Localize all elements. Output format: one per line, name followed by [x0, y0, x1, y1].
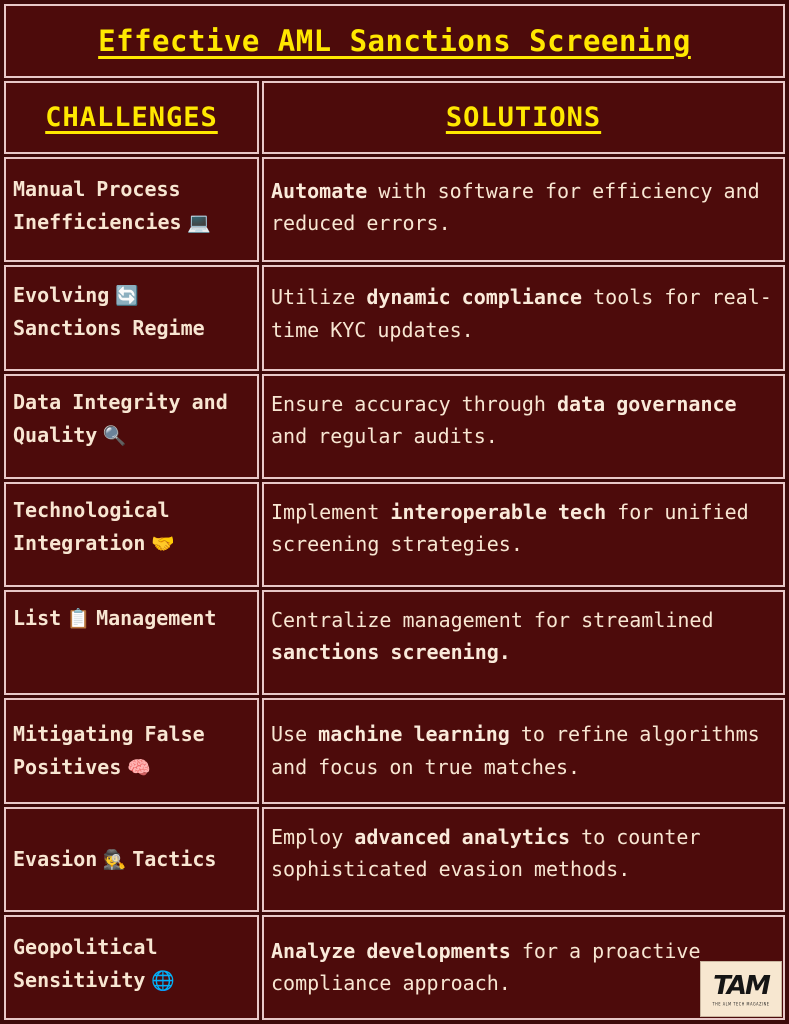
table-row: Evolving 🔄 Sanctions Regime Utilize dynam… [4, 265, 785, 371]
challenge-cell: Evasion 🕵️ Tactics [4, 806, 259, 912]
solution-emphasis: dynamic compliance [366, 285, 583, 310]
infographic-page: Effective AML Sanctions Screening CHALLE… [0, 0, 789, 1024]
globe-icon: 🌐 [145, 969, 175, 992]
challenge-label: Mitigating False Positives [13, 721, 205, 779]
challenge-label: Evolving [13, 283, 110, 308]
challenges-header-cell: CHALLENGES [4, 81, 259, 154]
table-row: Evasion 🕵️ Tactics Employ advanced analyt… [4, 806, 785, 912]
challenge-cell: Geopolitical Sensitivity 🌐 [4, 914, 259, 1020]
challenge-text: Mitigating False Positives 🧠 [13, 718, 251, 784]
challenge-text: Data Integrity and Quality 🔍 [13, 386, 251, 452]
challenges-header-label: CHALLENGES [45, 102, 218, 133]
challenge-label: Manual Process Inefficiencies [13, 177, 182, 234]
brain-icon: 🧠 [121, 756, 151, 779]
solution-text: Implement interoperable tech for unified… [271, 496, 775, 561]
challenge-label-continued: Tactics [132, 846, 217, 871]
solution-emphasis: machine learning [318, 722, 510, 747]
challenge-cell: List 📋 Management [4, 590, 259, 696]
solution-plain: Centralize management for streamlined [271, 608, 714, 632]
logo-tagline: THE ALM TECH MAGAZINE [712, 1000, 770, 1007]
table-row: Mitigating False Positives 🧠 Use machine… [4, 698, 785, 804]
solution-text: Ensure accuracy through data governance … [271, 388, 775, 453]
challenge-text: Evolving 🔄 Sanctions Regime [13, 279, 251, 345]
solution-text: Employ advanced analytics to counter sop… [271, 821, 775, 886]
solution-plain: Use [271, 722, 319, 747]
content-rows: Manual Process Inefficiencies 💻 Automate… [4, 157, 785, 1020]
challenge-cell: Evolving 🔄 Sanctions Regime [4, 265, 259, 371]
challenge-text: List 📋 Management [13, 602, 216, 635]
solutions-header-label: SOLUTIONS [445, 102, 602, 133]
table-row: Manual Process Inefficiencies 💻 Automate… [4, 157, 785, 263]
solution-plain: and regular audits. [271, 423, 498, 448]
solution-cell: Centralize management for streamlined sa… [262, 590, 785, 696]
solution-cell: Use machine learning to refine algorithm… [262, 698, 785, 804]
solution-text: Use machine learning to refine algorithm… [271, 718, 775, 783]
challenge-cell: Data Integrity and Quality 🔍 [4, 373, 259, 479]
challenge-cell: Mitigating False Positives 🧠 [4, 698, 259, 804]
page-title: Effective AML Sanctions Screening [98, 24, 691, 58]
solution-emphasis: sanctions screening. [271, 640, 511, 665]
solution-plain: Employ [271, 824, 355, 849]
solution-emphasis: Automate [271, 179, 368, 203]
solutions-header-cell: SOLUTIONS [262, 81, 785, 154]
tam-logo: TAM THE ALM TECH MAGAZINE [700, 961, 782, 1017]
challenge-label: Geopolitical Sensitivity [13, 934, 158, 992]
challenge-label-continued: Management [96, 606, 217, 630]
challenge-text: Technological Integration 🤝 [13, 494, 251, 560]
solution-plain: Utilize [271, 285, 367, 310]
challenge-cell: Manual Process Inefficiencies 💻 [4, 157, 259, 263]
challenge-label: Evasion [13, 846, 98, 871]
solution-cell: Utilize dynamic compliance tools for rea… [262, 265, 785, 371]
solution-emphasis: data governance [556, 391, 737, 416]
challenge-cell: Technological Integration 🤝 [4, 481, 259, 587]
challenge-label-continued: Sanctions Regime [13, 316, 205, 341]
solution-plain: Ensure accuracy through [271, 391, 557, 416]
table-row: Data Integrity and Quality 🔍 Ensure accu… [4, 373, 785, 479]
table-row: List 📋 Management Centralize management f… [4, 590, 785, 696]
solution-cell: Implement interoperable tech for unified… [262, 481, 785, 587]
magnifying-glass-icon: 🔍 [97, 424, 127, 447]
challenge-text: Manual Process Inefficiencies 💻 [13, 173, 251, 239]
solution-cell: Ensure accuracy through data governance … [262, 373, 785, 479]
solution-emphasis: Analyze developments [271, 938, 511, 963]
solution-text: Centralize management for streamlined sa… [271, 604, 775, 669]
handshake-icon: 🤝 [145, 532, 175, 555]
solution-emphasis: advanced analytics [354, 824, 571, 849]
challenge-text: Geopolitical Sensitivity 🌐 [13, 931, 251, 997]
table-row: Technological Integration 🤝 Implement in… [4, 481, 785, 587]
challenge-text: Evasion 🕵️ Tactics [13, 843, 216, 876]
solution-cell: Employ advanced analytics to counter sop… [262, 806, 785, 912]
logo-wordmark: TAM [713, 970, 771, 1001]
detective-icon: 🕵️ [97, 848, 133, 871]
solution-emphasis: interoperable tech [390, 499, 607, 524]
solution-text: Automate with software for efficiency an… [271, 175, 775, 240]
solution-cell: Automate with software for efficiency an… [262, 157, 785, 263]
solution-text: Utilize dynamic compliance tools for rea… [271, 281, 775, 346]
laptop-icon: 💻 [181, 212, 211, 234]
refresh-cycle-icon: 🔄 [109, 285, 139, 308]
column-headers: CHALLENGES SOLUTIONS [4, 81, 785, 154]
title-bar: Effective AML Sanctions Screening [4, 4, 785, 78]
clipboard-icon: 📋 [61, 608, 97, 630]
table-row: Geopolitical Sensitivity 🌐 Analyze devel… [4, 914, 785, 1020]
challenge-label: List [13, 606, 62, 630]
solution-plain: Implement [271, 499, 391, 524]
